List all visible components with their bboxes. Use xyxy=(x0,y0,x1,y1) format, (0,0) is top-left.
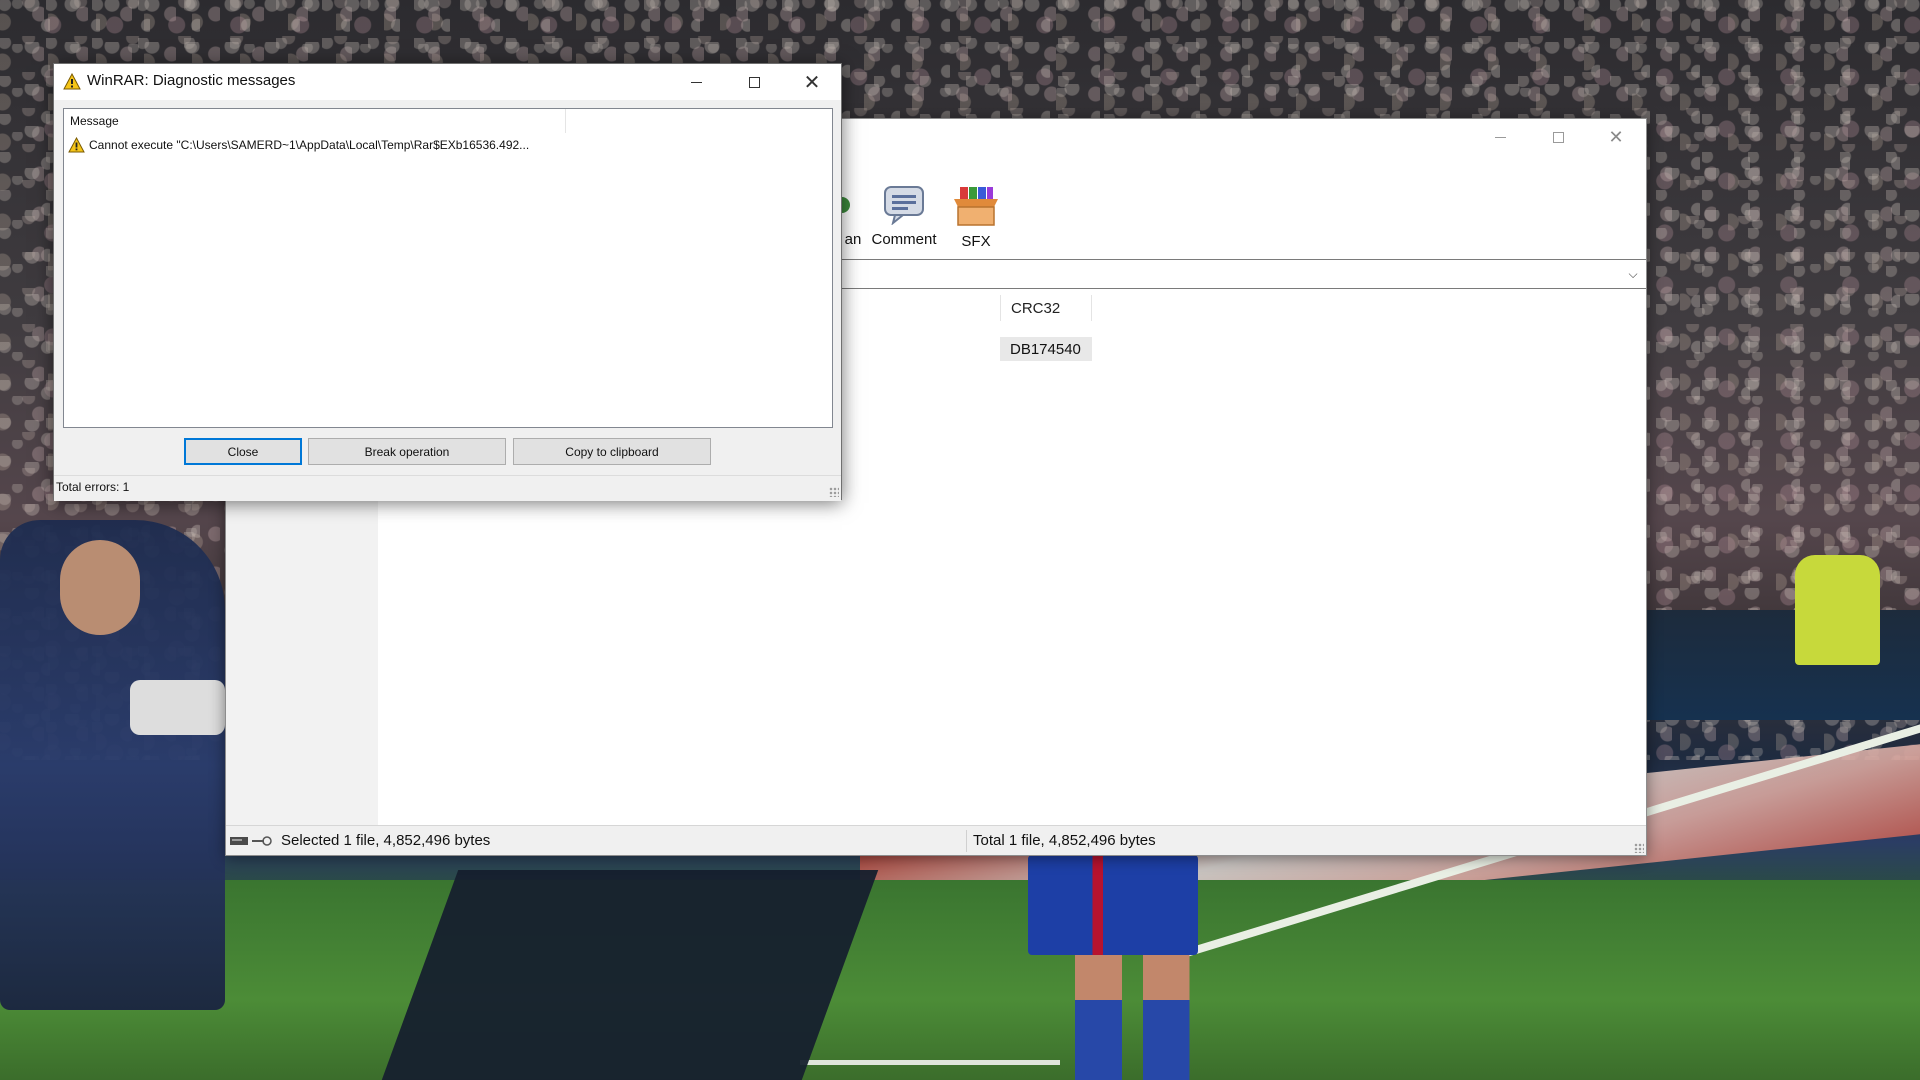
status-bar: Selected 1 file, 4,852,496 bytes Total 1… xyxy=(226,825,1646,855)
dialog-minimize-button[interactable] xyxy=(667,64,725,100)
total-errors: Total errors: 1 xyxy=(56,480,130,494)
scan-label: an xyxy=(844,231,862,248)
wallpaper-pitch-line xyxy=(800,1060,1060,1065)
message-text: Cannot execute "C:\Users\SAMERD~1\AppDat… xyxy=(89,138,530,152)
dialog-status-bar: Total errors: 1 xyxy=(54,475,841,499)
wallpaper-player-shorts xyxy=(1028,855,1198,955)
column-header-crc32[interactable]: CRC32 xyxy=(1000,295,1092,321)
maximize-icon xyxy=(1552,131,1564,143)
copy-to-clipboard-button[interactable]: Copy to clipboard xyxy=(513,438,711,465)
minimize-button[interactable] xyxy=(1471,119,1529,155)
minimize-icon xyxy=(690,81,702,83)
wallpaper-photographer-head xyxy=(60,540,140,635)
break-operation-button[interactable]: Break operation xyxy=(308,438,506,465)
column-header-message[interactable]: Message xyxy=(64,109,566,133)
sfx-button[interactable]: SFX xyxy=(942,185,1010,251)
dialog-title: WinRAR: Diagnostic messages xyxy=(87,72,296,89)
maximize-icon xyxy=(748,76,760,88)
sfx-label: SFX xyxy=(961,233,991,250)
comment-button[interactable]: Comment xyxy=(864,185,944,251)
message-list[interactable]: Message Cannot execute "C:\Users\SAMERD~… xyxy=(63,108,833,428)
dialog-button-row: Close Break operation Copy to clipboard xyxy=(54,438,841,468)
wallpaper-steward xyxy=(1795,555,1880,665)
chevron-down-icon[interactable]: ⌵ xyxy=(1624,264,1642,284)
resize-grip[interactable] xyxy=(829,487,839,497)
comment-label: Comment xyxy=(871,231,937,248)
wallpaper-equipment xyxy=(381,870,879,1080)
close-dialog-button[interactable]: Close xyxy=(184,438,302,465)
cell-crc32: DB174540 xyxy=(1010,340,1081,358)
dialog-maximize-button[interactable] xyxy=(725,64,783,100)
close-button[interactable]: ✕ xyxy=(1587,119,1645,155)
warning-icon xyxy=(68,137,85,153)
minimize-icon xyxy=(1494,136,1506,138)
list-item[interactable]: Cannot execute "C:\Users\SAMERD~1\AppDat… xyxy=(68,135,529,155)
wallpaper-camera xyxy=(130,680,225,735)
close-icon: ✕ xyxy=(803,70,821,94)
wallpaper-player-socks xyxy=(1070,1000,1200,1080)
close-icon: ✕ xyxy=(1608,126,1624,148)
status-icons xyxy=(230,834,274,848)
resize-grip[interactable] xyxy=(1634,843,1644,853)
sfx-icon xyxy=(954,187,998,226)
comment-icon xyxy=(884,186,924,225)
key-icon xyxy=(252,836,272,846)
maximize-button[interactable] xyxy=(1529,119,1587,155)
wallpaper-pitch xyxy=(0,880,1920,1080)
status-selected: Selected 1 file, 4,852,496 bytes xyxy=(281,832,491,849)
dialog-close-button[interactable]: ✕ xyxy=(783,64,841,100)
dialog-titlebar[interactable]: WinRAR: Diagnostic messages ✕ xyxy=(54,64,841,100)
table-row[interactable]: DB174540 xyxy=(1000,337,1092,361)
warning-icon xyxy=(63,73,81,90)
status-total: Total 1 file, 4,852,496 bytes xyxy=(966,830,1156,852)
diagnostic-dialog: WinRAR: Diagnostic messages ✕ Message Ca… xyxy=(53,63,842,501)
drive-icon xyxy=(230,837,248,845)
